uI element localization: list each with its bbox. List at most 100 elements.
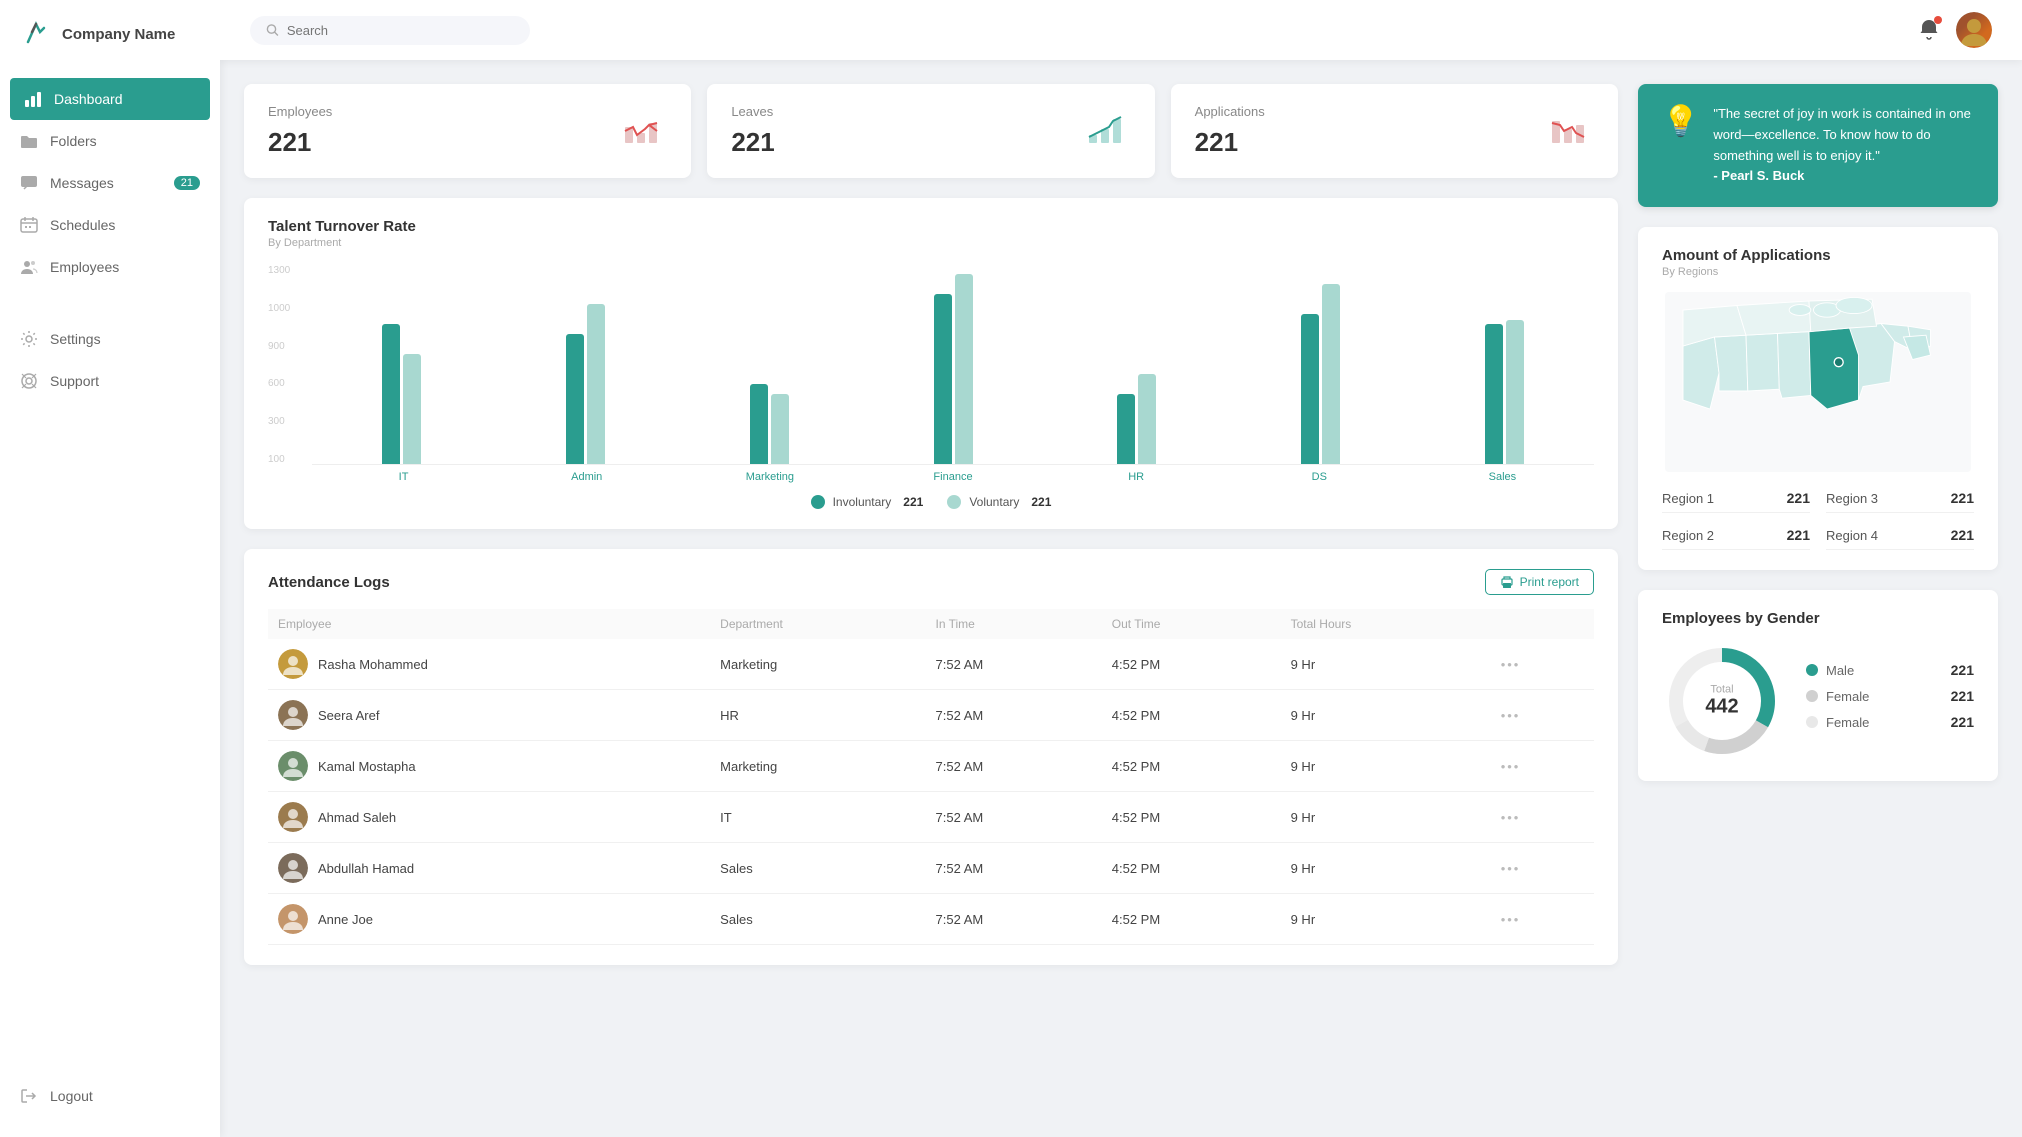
employee-outtime: 4:52 PM <box>1102 639 1281 690</box>
gender-female1-dot <box>1806 690 1818 702</box>
sidebar-item-messages[interactable]: Messages 21 <box>0 162 220 204</box>
employee-cell: Rasha Mohammed <box>278 649 700 679</box>
chat-icon <box>20 174 38 192</box>
employee-department: Marketing <box>710 741 925 792</box>
table-row: Abdullah Hamad Sales 7:52 AM 4:52 PM 9 H… <box>268 843 1594 894</box>
quote-author: - Pearl S. Buck <box>1713 166 1974 187</box>
y-label-1000: 1000 <box>268 303 290 314</box>
stat-card-employees: Employees 221 <box>244 84 691 178</box>
bar-sales-involuntary <box>1485 324 1503 464</box>
stat-card-employees-info: Employees 221 <box>268 104 332 158</box>
gender-male-value: 221 <box>1951 662 1974 678</box>
logout-icon <box>20 1087 38 1105</box>
sidebar-bottom: Logout <box>0 1065 220 1137</box>
donut-chart: Total 442 <box>1662 641 1782 761</box>
x-labels: IT Admin Marketing Finance HR DS Sales <box>312 465 1594 483</box>
region-3-value: 221 <box>1951 490 1974 506</box>
employee-name: Ahmad Saleh <box>318 810 396 825</box>
chart-title: Talent Turnover Rate <box>268 218 1594 235</box>
map-title: Amount of Applications <box>1662 247 1974 264</box>
quote-text: "The secret of joy in work is contained … <box>1713 104 1974 166</box>
bar-it-involuntary <box>382 324 400 464</box>
header-icons <box>1918 12 1992 48</box>
print-button-label: Print report <box>1520 575 1579 589</box>
search-box[interactable] <box>250 16 530 45</box>
sidebar-settings-label: Settings <box>50 331 101 347</box>
search-input[interactable] <box>287 23 514 38</box>
bar-group-finance <box>863 265 1043 464</box>
quote-card: 💡 "The secret of joy in work is containe… <box>1638 84 1998 207</box>
employee-hours: 9 Hr <box>1281 639 1491 690</box>
sidebar-item-employees[interactable]: Employees <box>0 246 220 288</box>
sidebar-item-schedules[interactable]: Schedules <box>0 204 220 246</box>
gender-male-label: Male <box>1826 663 1943 678</box>
sidebar-support-label: Support <box>50 373 99 389</box>
main-content: Employees 221 <box>220 0 2022 1137</box>
employee-cell: Ahmad Saleh <box>278 802 700 832</box>
map-card: Amount of Applications By Regions <box>1638 227 1998 570</box>
employee-hours: 9 Hr <box>1281 894 1491 945</box>
employee-hours: 9 Hr <box>1281 792 1491 843</box>
row-actions-button[interactable]: ••• <box>1501 657 1521 672</box>
employee-cell: Seera Aref <box>278 700 700 730</box>
y-label-100: 100 <box>268 454 290 465</box>
employee-department: Marketing <box>710 639 925 690</box>
bar-it-voluntary <box>403 354 421 464</box>
bulb-icon: 💡 <box>1662 104 1699 139</box>
right-panel: 💡 "The secret of joy in work is containe… <box>1638 84 1998 1113</box>
y-label-300: 300 <box>268 416 290 427</box>
region-stats: Region 1 221 Region 3 221 Region 2 221 <box>1662 484 1974 550</box>
print-report-button[interactable]: Print report <box>1485 569 1594 595</box>
employee-avatar <box>278 751 308 781</box>
bar-admin-voluntary <box>587 304 605 464</box>
employee-name: Rasha Mohammed <box>318 657 428 672</box>
gender-female1-label: Female <box>1826 689 1943 704</box>
employee-name: Kamal Mostapha <box>318 759 416 774</box>
employee-avatar <box>278 802 308 832</box>
bar-group-it <box>312 265 492 464</box>
bar-finance-voluntary <box>955 274 973 464</box>
attendance-header: Attendance Logs Print report <box>268 569 1594 595</box>
chart-legend: Involuntary 221 Voluntary 221 <box>268 495 1594 509</box>
stat-employees-icon <box>619 107 667 155</box>
gender-male-dot <box>1806 664 1818 676</box>
col-employee: Employee <box>268 609 710 639</box>
legend-voluntary-value: 221 <box>1031 495 1051 509</box>
row-actions-button[interactable]: ••• <box>1501 708 1521 723</box>
x-label-marketing: Marketing <box>678 471 861 483</box>
col-totalhours: Total Hours <box>1281 609 1491 639</box>
notification-button[interactable] <box>1918 18 1940 43</box>
stat-applications-label: Applications <box>1195 104 1265 119</box>
y-label-1300: 1300 <box>268 265 290 276</box>
row-actions-button[interactable]: ••• <box>1501 810 1521 825</box>
bar-admin-involuntary <box>566 334 584 464</box>
row-actions-button[interactable]: ••• <box>1501 759 1521 774</box>
employee-intime: 7:52 AM <box>926 894 1102 945</box>
stat-card-applications: Applications 221 <box>1171 84 1618 178</box>
chart-area: 100 300 600 900 1000 1300 <box>268 265 1594 483</box>
x-label-hr: HR <box>1045 471 1228 483</box>
left-panel: Employees 221 <box>244 84 1618 1113</box>
employee-cell: Kamal Mostapha <box>278 751 700 781</box>
bar-group-admin <box>496 265 676 464</box>
row-actions-button[interactable]: ••• <box>1501 912 1521 927</box>
printer-icon <box>1500 575 1514 589</box>
leaves-chart-icon <box>1085 109 1129 153</box>
sidebar-item-settings[interactable]: Settings <box>0 318 220 360</box>
donut-total-value: 442 <box>1705 696 1738 719</box>
y-label-600: 600 <box>268 378 290 389</box>
gender-male-row: Male 221 <box>1806 662 1974 678</box>
sidebar-item-logout[interactable]: Logout <box>0 1075 220 1117</box>
bar-group-marketing <box>679 265 859 464</box>
sidebar-item-folders[interactable]: Folders <box>0 120 220 162</box>
sidebar-item-support[interactable]: Support <box>0 360 220 402</box>
employee-intime: 7:52 AM <box>926 639 1102 690</box>
user-avatar[interactable] <box>1956 12 1992 48</box>
row-actions-button[interactable]: ••• <box>1501 861 1521 876</box>
sidebar-item-dashboard[interactable]: Dashboard <box>10 78 210 120</box>
stat-employees-value: 221 <box>268 127 332 158</box>
avatar-image <box>278 649 308 679</box>
stat-leaves-label: Leaves <box>731 104 774 119</box>
legend-voluntary-dot <box>947 495 961 509</box>
notification-dot <box>1934 16 1942 24</box>
